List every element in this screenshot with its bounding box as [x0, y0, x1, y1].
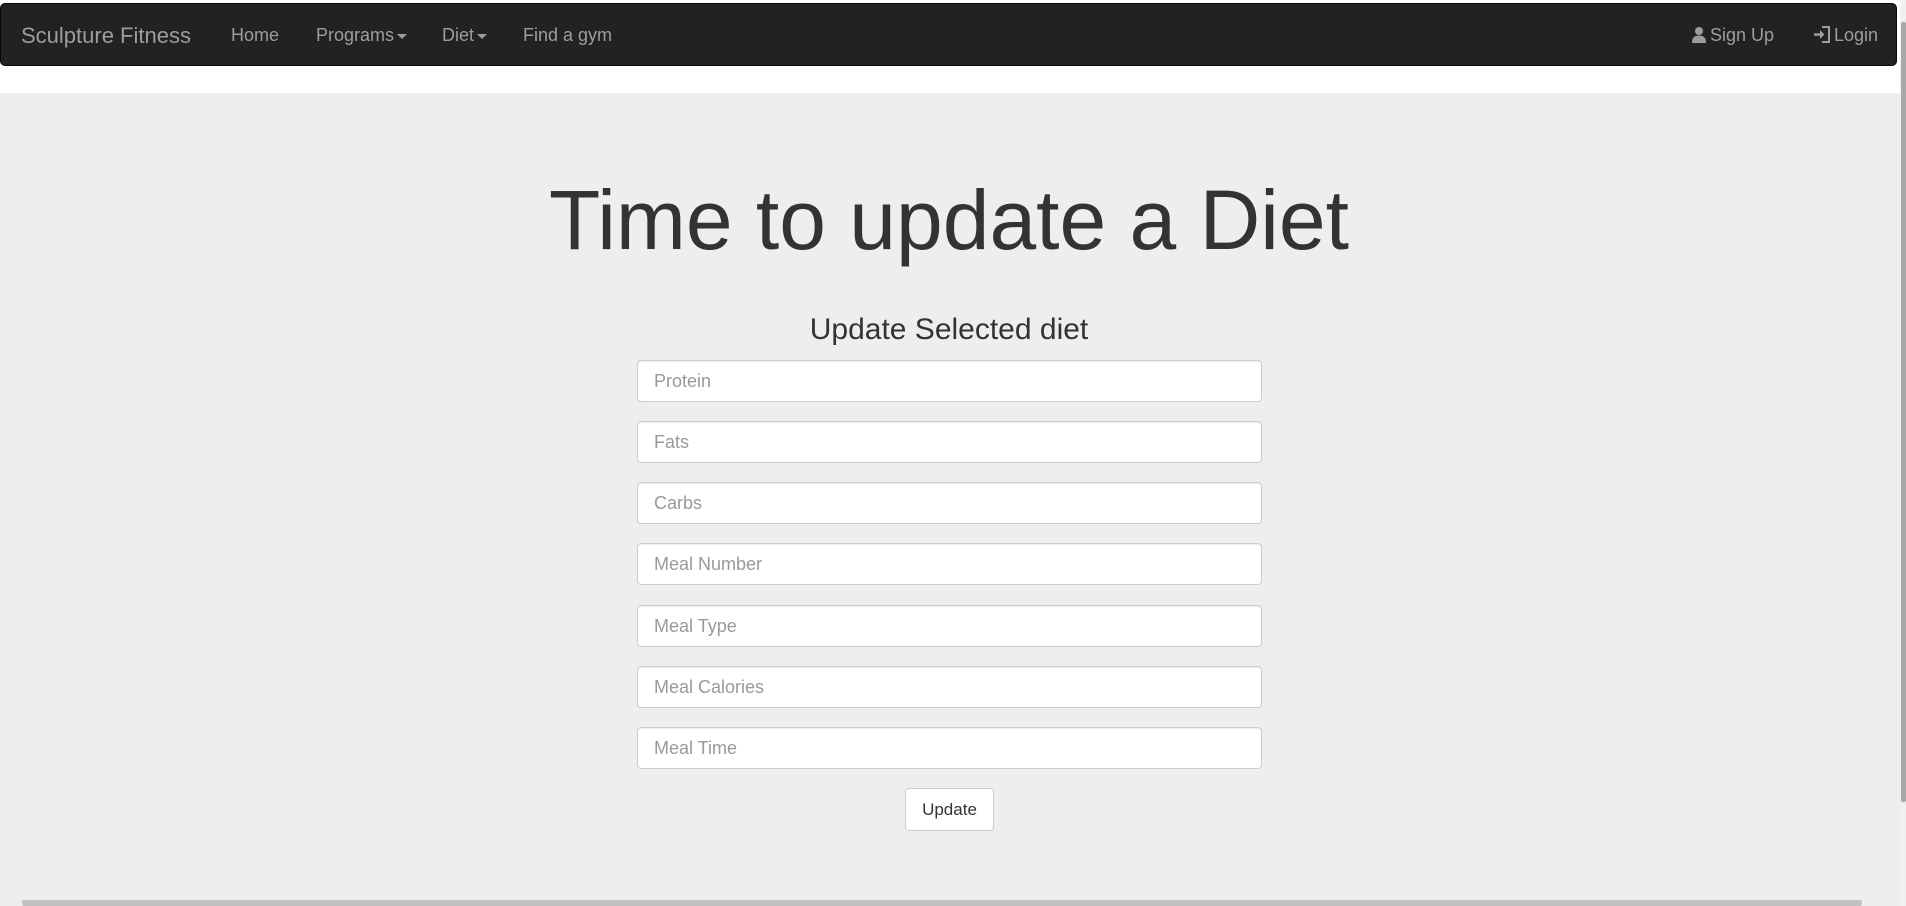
fats-input[interactable]	[637, 421, 1262, 463]
caret-down-icon	[477, 33, 488, 39]
update-button[interactable]: Update	[905, 788, 994, 831]
user-icon	[1691, 6, 1707, 69]
nav-home[interactable]: Home	[231, 4, 279, 67]
top-navbar: Sculpture Fitness Home Programs Diet Fin…	[0, 3, 1897, 66]
nav-login[interactable]: Login	[1813, 4, 1878, 67]
login-label: Login	[1834, 25, 1879, 45]
meal-number-input[interactable]	[637, 543, 1262, 585]
brand-link[interactable]: Sculpture Fitness	[21, 4, 191, 67]
nav-sign-up[interactable]: Sign Up	[1691, 4, 1774, 67]
form-title: Update Selected diet	[809, 313, 1089, 346]
vertical-scrollbar[interactable]	[1900, 0, 1906, 906]
horizontal-scrollbar-thumb[interactable]	[22, 900, 1862, 906]
vertical-scrollbar-thumb[interactable]	[1901, 22, 1906, 802]
protein-input[interactable]	[637, 360, 1262, 402]
sign-up-label: Sign Up	[1710, 25, 1775, 45]
meal-type-input[interactable]	[637, 605, 1262, 647]
nav-programs-label: Programs	[316, 25, 395, 45]
nav-find-gym[interactable]: Find a gym	[523, 4, 612, 67]
meal-calories-input[interactable]	[637, 666, 1262, 708]
carbs-input[interactable]	[637, 482, 1262, 524]
caret-down-icon	[397, 33, 408, 39]
nav-home-label: Home	[231, 25, 280, 45]
nav-programs-dropdown[interactable]: Programs	[316, 4, 408, 67]
page-title: Time to update a Diet	[549, 173, 1349, 267]
nav-diet-dropdown[interactable]: Diet	[442, 4, 488, 67]
nav-find-gym-label: Find a gym	[523, 25, 613, 45]
meal-time-input[interactable]	[637, 727, 1262, 769]
page: Sculpture Fitness Home Programs Diet Fin…	[0, 0, 1906, 906]
nav-diet-label: Diet	[442, 25, 475, 45]
log-in-icon	[1813, 6, 1831, 69]
